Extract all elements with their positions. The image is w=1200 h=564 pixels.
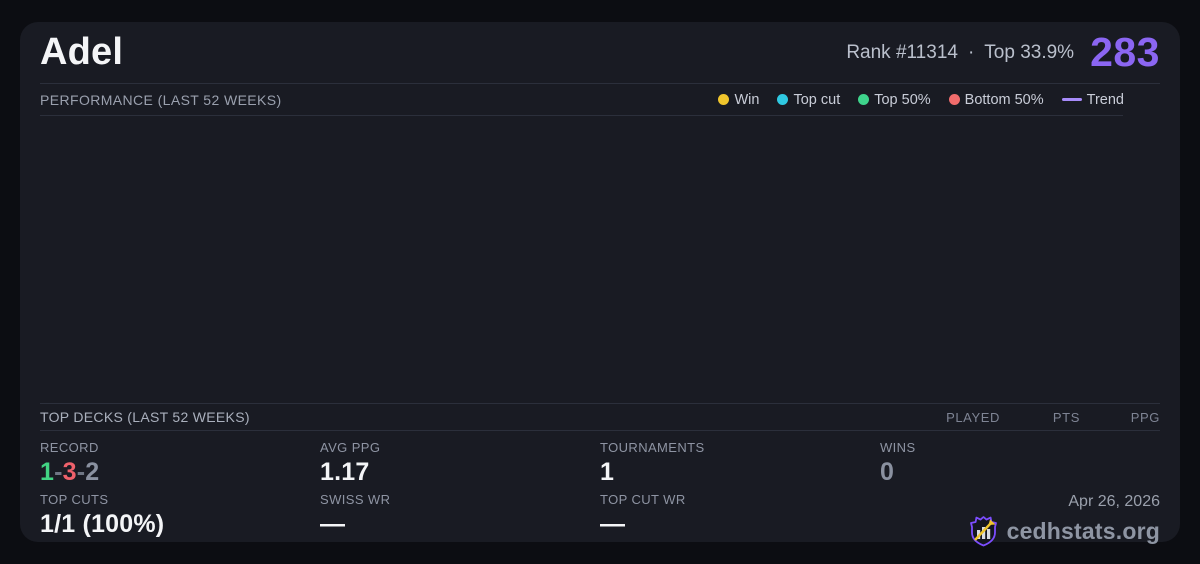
win-dot-icon [718, 94, 729, 105]
legend-item-win: Win [718, 92, 759, 108]
legend-item-top50: Top 50% [858, 92, 930, 108]
legend-item-bottom50: Bottom 50% [949, 92, 1044, 108]
record-value: 1-3-2 [40, 458, 320, 487]
stat-swiss-wr: SWISS WR — [320, 492, 600, 550]
page-title: Adel [40, 31, 123, 74]
rank-number: Rank #11314 [846, 42, 958, 64]
performance-header-row: PERFORMANCE (LAST 52 WEEKS) Win Top cut … [40, 84, 1160, 115]
column-ppg: PPG [1080, 410, 1160, 425]
brand: cedhstats.org [968, 515, 1160, 548]
top-decks-section-title: TOP DECKS (LAST 52 WEEKS) [40, 409, 250, 425]
top50-dot-icon [858, 94, 869, 105]
stats-grid: RECORD 1-3-2 AVG PPG 1.17 TOURNAMENTS 1 … [40, 431, 1160, 550]
score-value: 283 [1090, 29, 1160, 76]
date-label: Apr 26, 2026 [1068, 493, 1160, 511]
dot-separator: · [968, 42, 974, 64]
stat-record: RECORD 1-3-2 [40, 440, 320, 490]
top-decks-columns: PLAYED PTS PPG [920, 410, 1160, 425]
stat-top-cuts: TOP CUTS 1/1 (100%) [40, 492, 320, 550]
top-percent: Top 33.9% [984, 42, 1074, 64]
stat-top-cut-wr: TOP CUT WR — [600, 492, 880, 550]
record-losses: 3 [63, 458, 77, 486]
title-row: Adel Rank #11314 · Top 33.9% 283 [40, 22, 1160, 84]
trend-line-icon [1062, 98, 1082, 101]
cedhstats-logo-icon [968, 515, 999, 548]
legend-item-trend: Trend [1062, 92, 1124, 108]
brand-name: cedhstats.org [1007, 518, 1160, 545]
column-pts: PTS [1000, 410, 1080, 425]
player-stats-card: Adel Rank #11314 · Top 33.9% 283 PERFORM… [20, 22, 1180, 542]
column-played: PLAYED [920, 410, 1000, 425]
legend-item-top-cut: Top cut [777, 92, 840, 108]
chart-legend: Win Top cut Top 50% Bottom 50% Trend [718, 92, 1124, 108]
record-wins: 1 [40, 458, 54, 486]
performance-section-title: PERFORMANCE (LAST 52 WEEKS) [40, 92, 282, 108]
stat-avg-ppg: AVG PPG 1.17 [320, 440, 600, 490]
bottom50-dot-icon [949, 94, 960, 105]
record-draws: 2 [85, 458, 99, 486]
stat-wins: WINS 0 [880, 440, 1160, 490]
stat-tournaments: TOURNAMENTS 1 [600, 440, 880, 490]
performance-chart [40, 116, 1160, 404]
footer: Apr 26, 2026 cedhstats.org [880, 492, 1160, 550]
top-decks-header-row: TOP DECKS (LAST 52 WEEKS) PLAYED PTS PPG [40, 404, 1160, 431]
rank-summary: Rank #11314 · Top 33.9% 283 [846, 29, 1160, 76]
top-cut-dot-icon [777, 94, 788, 105]
